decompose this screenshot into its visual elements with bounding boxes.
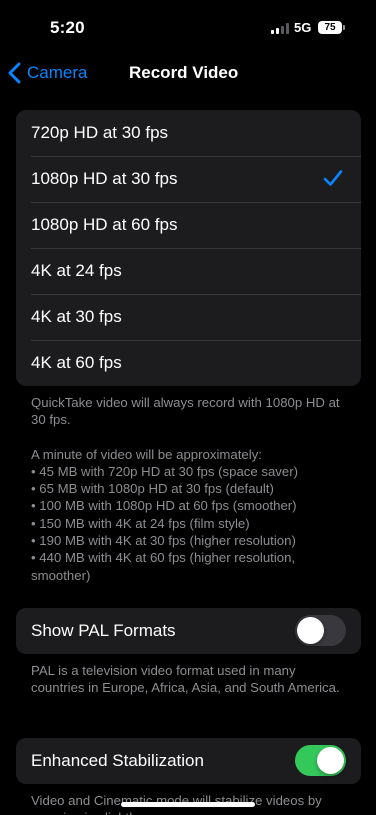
resolution-option-label: 4K at 30 fps: [31, 307, 122, 326]
resolution-option[interactable]: 4K at 24 fps: [16, 248, 361, 294]
stabilization-group: Enhanced Stabilization: [16, 738, 361, 784]
file-size-intro: A minute of video will be approximately:: [31, 446, 262, 462]
back-button-label: Camera: [27, 63, 88, 82]
resolution-option-label: 720p HD at 30 fps: [31, 123, 169, 142]
chevron-left-icon: [8, 62, 21, 84]
resolution-option[interactable]: 720p HD at 30 fps: [16, 110, 361, 156]
resolution-option-label: 1080p HD at 30 fps: [31, 169, 178, 188]
toggle-knob: [317, 747, 344, 774]
navigation-bar: Camera Record Video: [0, 54, 376, 92]
resolution-option-label: 1080p HD at 60 fps: [31, 215, 178, 234]
file-size-item: • 100 MB with 1080p HD at 60 fps (smooth…: [31, 498, 297, 514]
file-size-info: A minute of video will be approximately:…: [31, 446, 351, 584]
file-size-item: • 190 MB with 4K at 30 fps (higher resol…: [31, 533, 296, 549]
stabilization-label: Enhanced Stabilization: [31, 751, 204, 770]
pal-formats-toggle[interactable]: [295, 615, 346, 646]
resolution-option[interactable]: 4K at 60 fps: [16, 340, 361, 386]
pal-footer: PAL is a television video format used in…: [31, 663, 340, 696]
file-size-item: • 45 MB with 720p HD at 30 fps (space sa…: [31, 463, 299, 479]
resolution-option[interactable]: 1080p HD at 60 fps: [16, 202, 361, 248]
toggle-knob: [297, 617, 324, 644]
resolution-option-label: 4K at 24 fps: [31, 261, 122, 280]
status-time: 5:20: [50, 18, 85, 37]
quicktake-note: QuickTake video will always record with …: [31, 395, 340, 428]
pal-formats-label: Show PAL Formats: [31, 621, 176, 640]
pal-formats-row[interactable]: Show PAL Formats: [16, 608, 361, 654]
home-indicator[interactable]: [121, 802, 255, 807]
resolution-option-label: 4K at 60 fps: [31, 353, 122, 372]
file-size-item: • 150 MB with 4K at 24 fps (film style): [31, 515, 250, 531]
status-bar: 5:20 5G 75: [0, 0, 376, 54]
resolution-list: 720p HD at 30 fps 1080p HD at 30 fps 108…: [16, 110, 361, 386]
stabilization-toggle[interactable]: [295, 745, 346, 776]
resolution-footer: QuickTake video will always record with …: [31, 394, 351, 584]
stabilization-row[interactable]: Enhanced Stabilization: [16, 738, 361, 784]
checkmark-icon: [323, 170, 343, 186]
resolution-option-selected[interactable]: 1080p HD at 30 fps: [16, 156, 361, 202]
file-size-item: • 440 MB with 4K at 60 fps (higher resol…: [31, 550, 296, 583]
battery-icon: 75: [318, 21, 342, 34]
battery-tip: [343, 25, 345, 30]
back-button[interactable]: Camera: [8, 60, 87, 86]
network-type: 5G: [294, 20, 312, 35]
file-size-item: • 65 MB with 1080p HD at 30 fps (default…: [31, 481, 274, 497]
pal-formats-group: Show PAL Formats: [16, 608, 361, 654]
resolution-option[interactable]: 4K at 30 fps: [16, 294, 361, 340]
page-title: Record Video: [129, 63, 239, 82]
cellular-signal-icon: [271, 23, 289, 34]
